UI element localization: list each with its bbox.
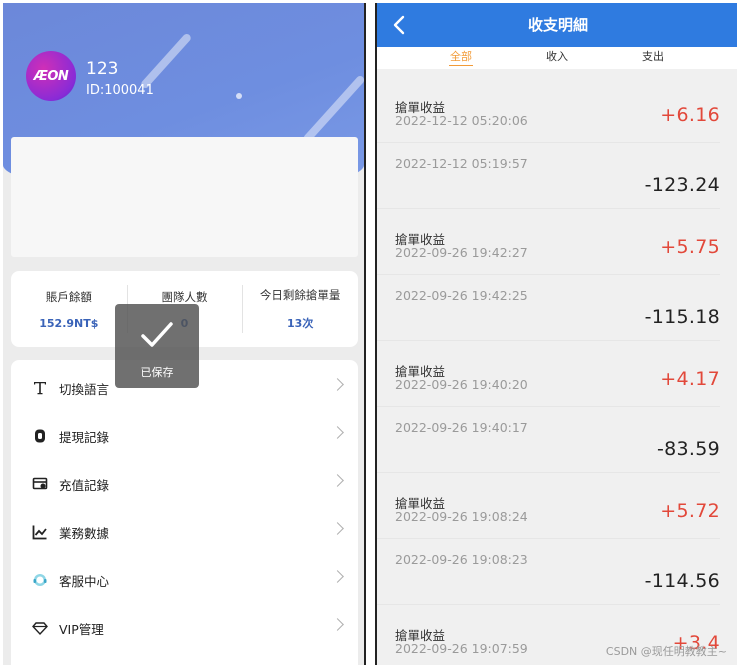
transaction-date: 2022-09-26 19:07:59	[395, 641, 528, 656]
transaction-amount: -123.24	[644, 174, 720, 196]
transactions-screen: 收支明細 全部 收入 支出 搶單收益 2022-12-12 05:20:06 +6.…	[375, 3, 737, 665]
active-tab-indicator	[449, 65, 473, 66]
checkmark-icon	[141, 322, 173, 347]
chevron-right-icon	[331, 522, 344, 535]
headset-icon	[31, 571, 49, 589]
menu-label: 切換語言	[59, 381, 110, 397]
transaction-amount: +5.75	[660, 236, 720, 258]
menu-item-vip[interactable]: VIP管理	[11, 604, 358, 652]
stat-label: 賬戶餘額	[45, 289, 92, 304]
transaction-row[interactable]: 搶單收益 2022-09-26 19:42:27 +5.75	[377, 209, 720, 275]
transaction-date: 2022-09-26 19:42:27	[395, 245, 528, 260]
transaction-amount: +5.72	[660, 500, 720, 522]
saved-toast: 已保存	[115, 304, 199, 388]
chevron-right-icon	[331, 426, 344, 439]
chevron-right-icon	[331, 474, 344, 487]
transaction-row[interactable]: 搶單收益 2022-09-26 19:40:20 +4.17	[377, 341, 720, 407]
menu-item-business-data[interactable]: 業務數據	[11, 508, 358, 556]
chevron-right-icon	[331, 378, 344, 391]
transaction-date: 2022-09-26 19:08:24	[395, 509, 528, 524]
transaction-amount: -115.18	[644, 306, 720, 328]
transaction-amount: +6.16	[660, 104, 720, 126]
filter-tabs: 全部 收入 支出	[377, 47, 737, 69]
menu-label: 業務數據	[59, 525, 110, 541]
transaction-amount: -83.59	[656, 438, 720, 460]
transaction-row[interactable]: 2022-09-26 19:40:17 -83.59	[377, 407, 720, 473]
menu-label: 客服中心	[59, 573, 110, 589]
user-id: ID:100041	[86, 83, 154, 98]
stat-remaining-orders[interactable]: 今日剩餘搶單量 13次	[242, 271, 358, 347]
screenshot-composite: ÆON 123 ID:100041 賬戶餘額 152.9NT$ 團隊人數 0 今…	[0, 0, 737, 665]
menu-item-withdraw-records[interactable]: 提現記錄	[11, 412, 358, 460]
toast-text: 已保存	[140, 366, 174, 379]
decor-dot	[236, 93, 242, 99]
transaction-date: 2022-09-26 19:40:17	[395, 420, 528, 435]
stat-label: 團隊人數	[161, 289, 208, 304]
avatar-logo-text: ÆON	[33, 68, 69, 84]
transaction-date: 2022-12-12 05:20:06	[395, 113, 528, 128]
transaction-amount: -114.56	[644, 570, 720, 592]
menu-label: 提現記錄	[59, 429, 110, 445]
tab-all[interactable]: 全部	[450, 48, 472, 64]
menu-label: 充值記錄	[59, 477, 110, 493]
menu-item-recharge-records[interactable]: 充值記錄	[11, 460, 358, 508]
line-chart-icon	[31, 523, 49, 541]
banner-placeholder	[11, 137, 358, 257]
transaction-row[interactable]: 2022-12-12 05:19:57 -123.24	[377, 143, 720, 209]
transaction-amount: +4.17	[660, 368, 720, 390]
transaction-date: 2022-09-26 19:08:23	[395, 552, 528, 567]
profile-screen: ÆON 123 ID:100041 賬戶餘額 152.9NT$ 團隊人數 0 今…	[3, 3, 366, 665]
watermark: CSDN @现任明教教主~	[605, 645, 727, 658]
menu-item-customer-service[interactable]: 客服中心	[11, 556, 358, 604]
recharge-card-icon	[31, 475, 49, 493]
transaction-row[interactable]: 2022-09-26 19:42:25 -115.18	[377, 275, 720, 341]
transaction-row[interactable]: 搶單收益 2022-12-12 05:20:06 +6.16	[377, 77, 720, 143]
nav-bar: 收支明細	[377, 3, 737, 47]
username: 123	[86, 59, 119, 79]
settings-menu: 切換語言 提現記錄 充值記錄 業務數據 客服中心 VIP管理	[11, 360, 358, 665]
stat-balance[interactable]: 賬戶餘額 152.9NT$	[11, 271, 127, 347]
transaction-date: 2022-12-12 05:19:57	[395, 156, 528, 171]
page-title: 收支明細	[527, 16, 588, 34]
transaction-date: 2022-09-26 19:42:25	[395, 288, 528, 303]
transaction-row[interactable]: 搶單收益 2022-09-26 19:08:24 +5.72	[377, 473, 720, 539]
decor-streak	[302, 74, 364, 144]
diamond-icon	[31, 619, 49, 637]
stat-value: 152.9NT$	[39, 316, 99, 330]
menu-label: VIP管理	[59, 621, 104, 637]
transaction-row[interactable]: 2022-09-26 19:08:23 -114.56	[377, 539, 720, 605]
stat-value: 13次	[287, 317, 314, 330]
stat-label: 今日剩餘搶單量	[259, 288, 341, 302]
chevron-right-icon	[331, 618, 344, 631]
text-t-icon	[31, 379, 49, 397]
wallet-icon	[31, 427, 49, 445]
chevron-right-icon	[331, 570, 344, 583]
transaction-date: 2022-09-26 19:40:20	[395, 377, 528, 392]
back-arrow-icon[interactable]	[391, 15, 409, 35]
tab-expense[interactable]: 支出	[642, 48, 664, 64]
decor-streak	[139, 32, 193, 90]
tab-income[interactable]: 收入	[546, 48, 568, 64]
avatar[interactable]: ÆON	[26, 51, 76, 101]
